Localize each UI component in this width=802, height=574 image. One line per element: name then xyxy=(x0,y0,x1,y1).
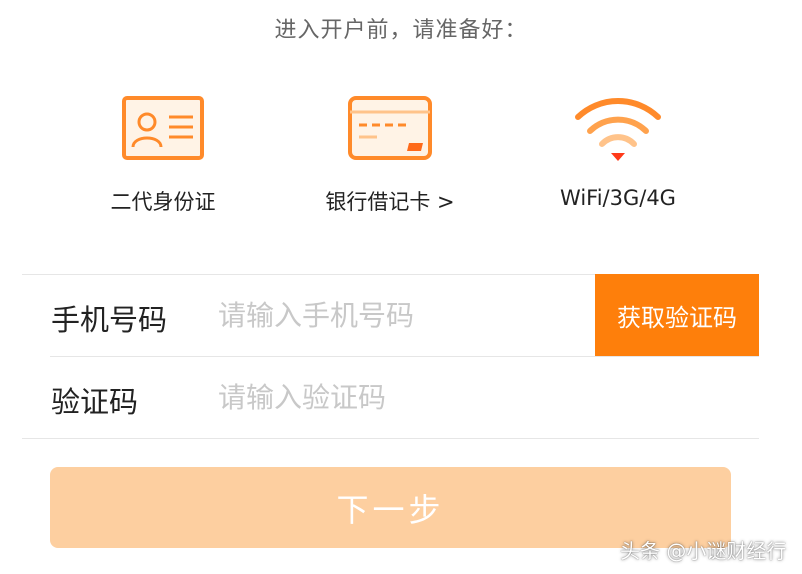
requirement-bank-card[interactable]: 银行借记卡 > xyxy=(290,95,490,214)
watermark: 头条 @小谜财经行 xyxy=(620,539,787,563)
phone-label: 手机号码 xyxy=(51,303,168,337)
requirement-id-card: 二代身份证 xyxy=(63,95,263,214)
requirement-label-bank[interactable]: 银行借记卡 > xyxy=(290,186,490,216)
wifi-icon xyxy=(575,98,661,161)
get-code-button[interactable]: 获取验证码 xyxy=(595,274,759,356)
id-card-icon xyxy=(122,96,204,160)
code-input[interactable] xyxy=(218,372,588,422)
requirement-network: WiFi/3G/4G xyxy=(518,95,718,210)
requirements-list: 二代身份证 银行借记卡 > WiFi/3G/4G xyxy=(0,95,802,225)
divider xyxy=(22,274,595,275)
divider xyxy=(50,356,759,357)
code-label: 验证码 xyxy=(51,385,139,419)
bank-card-icon xyxy=(348,96,432,160)
verification-form: 手机号码 获取验证码 验证码 xyxy=(22,274,759,440)
divider xyxy=(22,438,759,439)
requirement-label: 二代身份证 xyxy=(110,190,216,214)
phone-input[interactable] xyxy=(218,290,588,340)
page-instruction: 进入开户前，请准备好： xyxy=(274,18,528,43)
requirement-label-network: WiFi/3G/4G xyxy=(560,186,676,210)
